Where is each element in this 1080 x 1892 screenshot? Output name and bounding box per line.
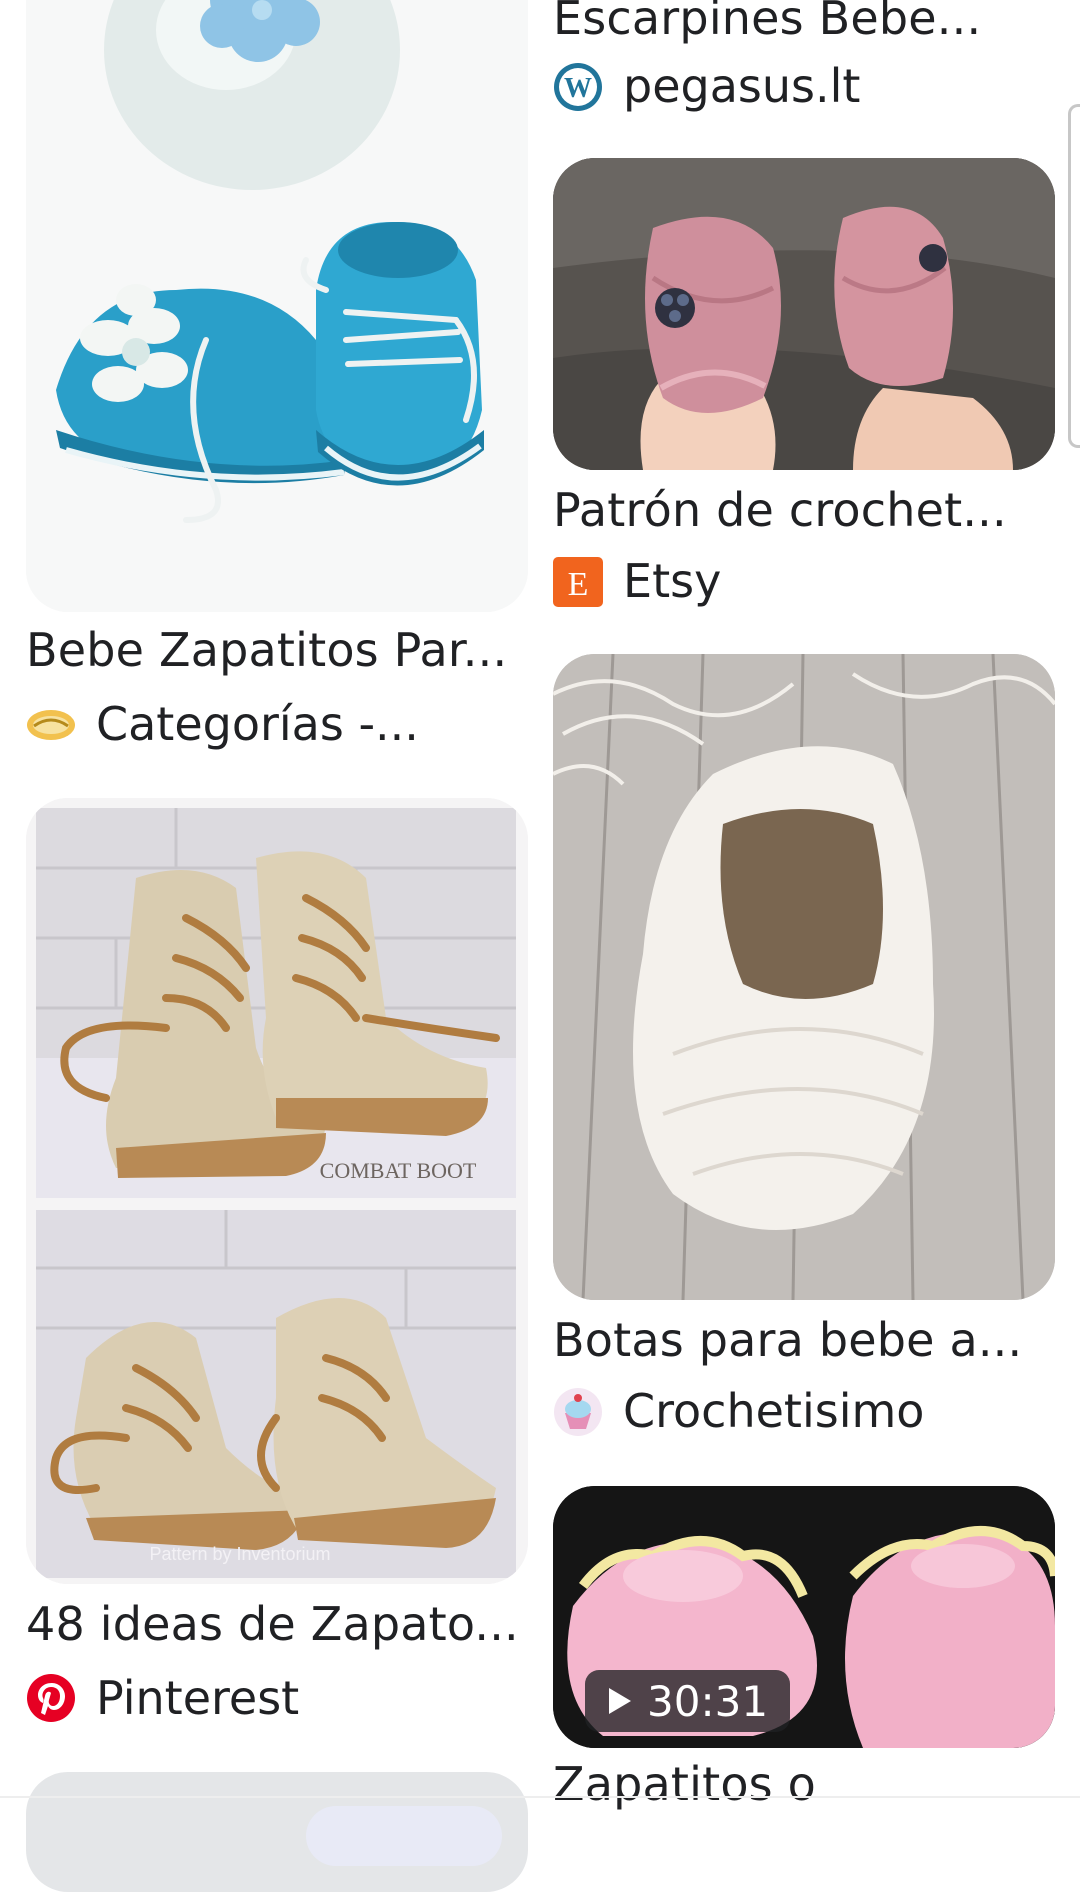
play-icon xyxy=(609,1688,631,1714)
result-title[interactable]: Zapatitos o xyxy=(553,1756,816,1812)
result-source[interactable]: Etsy xyxy=(623,553,721,609)
result-title[interactable]: Escarpines Bebe... xyxy=(553,0,981,46)
combat-boots-photo: COMBAT BOOT Pattern by Inventorium xyxy=(26,798,528,1584)
bottom-nav-bar xyxy=(0,1796,1080,1798)
cupcake-icon xyxy=(554,1388,602,1436)
white-slipper-photo xyxy=(553,654,1055,1300)
result-image-pink-slippers[interactable] xyxy=(553,158,1055,470)
result-title[interactable]: Patrón de crochet... xyxy=(553,482,1007,538)
svg-text:W: W xyxy=(564,73,592,104)
result-image-blue-sneakers[interactable] xyxy=(26,0,528,612)
pattern-credit: Pattern by Inventorium xyxy=(149,1544,330,1564)
result-image-combat-boots[interactable]: COMBAT BOOT Pattern by Inventorium xyxy=(26,798,528,1584)
etsy-icon: E xyxy=(553,557,603,607)
pink-slippers-photo xyxy=(553,158,1055,470)
result-title[interactable]: Bebe Zapatitos Par... xyxy=(26,622,507,678)
result-title[interactable]: Botas para bebe a... xyxy=(553,1312,1022,1368)
result-title[interactable]: 48 ideas de Zapato... xyxy=(26,1596,519,1652)
handshake-icon xyxy=(27,710,75,740)
side-scroll-handle[interactable] xyxy=(1068,104,1080,448)
svg-text:E: E xyxy=(568,566,589,603)
result-source[interactable]: Pinterest xyxy=(96,1670,299,1726)
result-image-white-slipper[interactable] xyxy=(553,654,1055,1300)
result-source[interactable]: Crochetisimo xyxy=(623,1383,924,1439)
video-duration: 30:31 xyxy=(647,1676,769,1726)
video-duration-badge: 30:31 xyxy=(585,1670,791,1732)
result-video-pink-booties[interactable]: 30:31 xyxy=(553,1486,1055,1748)
pinterest-icon xyxy=(27,1674,75,1722)
blue-sneakers-photo xyxy=(26,0,528,612)
combat-boot-caption: COMBAT BOOT xyxy=(320,1158,477,1183)
bottom-nav-pill[interactable] xyxy=(306,1806,502,1866)
result-source[interactable]: pegasus.lt xyxy=(623,58,860,114)
wordpress-icon: W xyxy=(554,63,602,111)
result-source[interactable]: Categorías -... xyxy=(96,696,419,752)
